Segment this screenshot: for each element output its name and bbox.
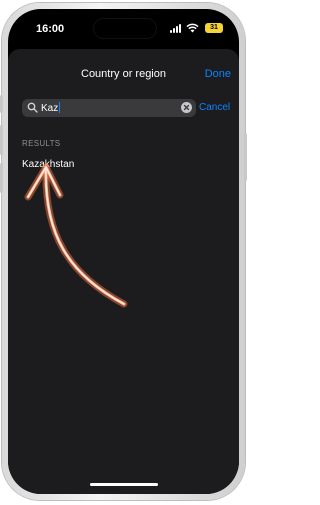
result-item-kazakhstan[interactable]: Kazakhstan [8,152,239,178]
signal-icon [170,24,183,33]
search-icon [27,102,38,113]
volume-up-button [0,125,3,155]
search-input[interactable]: Kaz [41,102,61,115]
dynamic-island [94,19,156,38]
phone-frame: 16:00 31 Country or region Done Kaz Canc… [0,3,247,500]
clear-icon[interactable] [181,102,192,113]
search-input-value: Kaz [41,103,59,114]
results-section-header: RESULTS [22,139,61,148]
status-bar: 16:00 31 [8,9,239,45]
done-button[interactable]: Done [205,68,231,80]
result-item-label: Kazakhstan [22,159,75,170]
screen: 16:00 31 Country or region Done Kaz Canc… [8,9,239,494]
home-indicator[interactable] [90,483,158,486]
status-icons: 31 [163,23,223,34]
cancel-button[interactable]: Cancel [199,102,230,113]
text-caret [59,102,61,113]
wifi-icon [186,23,199,33]
volume-down-button [0,163,3,193]
country-picker-sheet: Country or region Done Kaz Cancel RESULT… [8,49,239,494]
battery-icon: 31 [205,23,223,33]
action-button [0,95,3,113]
status-time: 16:00 [36,23,65,35]
side-button [244,133,247,181]
search-field[interactable]: Kaz [22,99,196,117]
